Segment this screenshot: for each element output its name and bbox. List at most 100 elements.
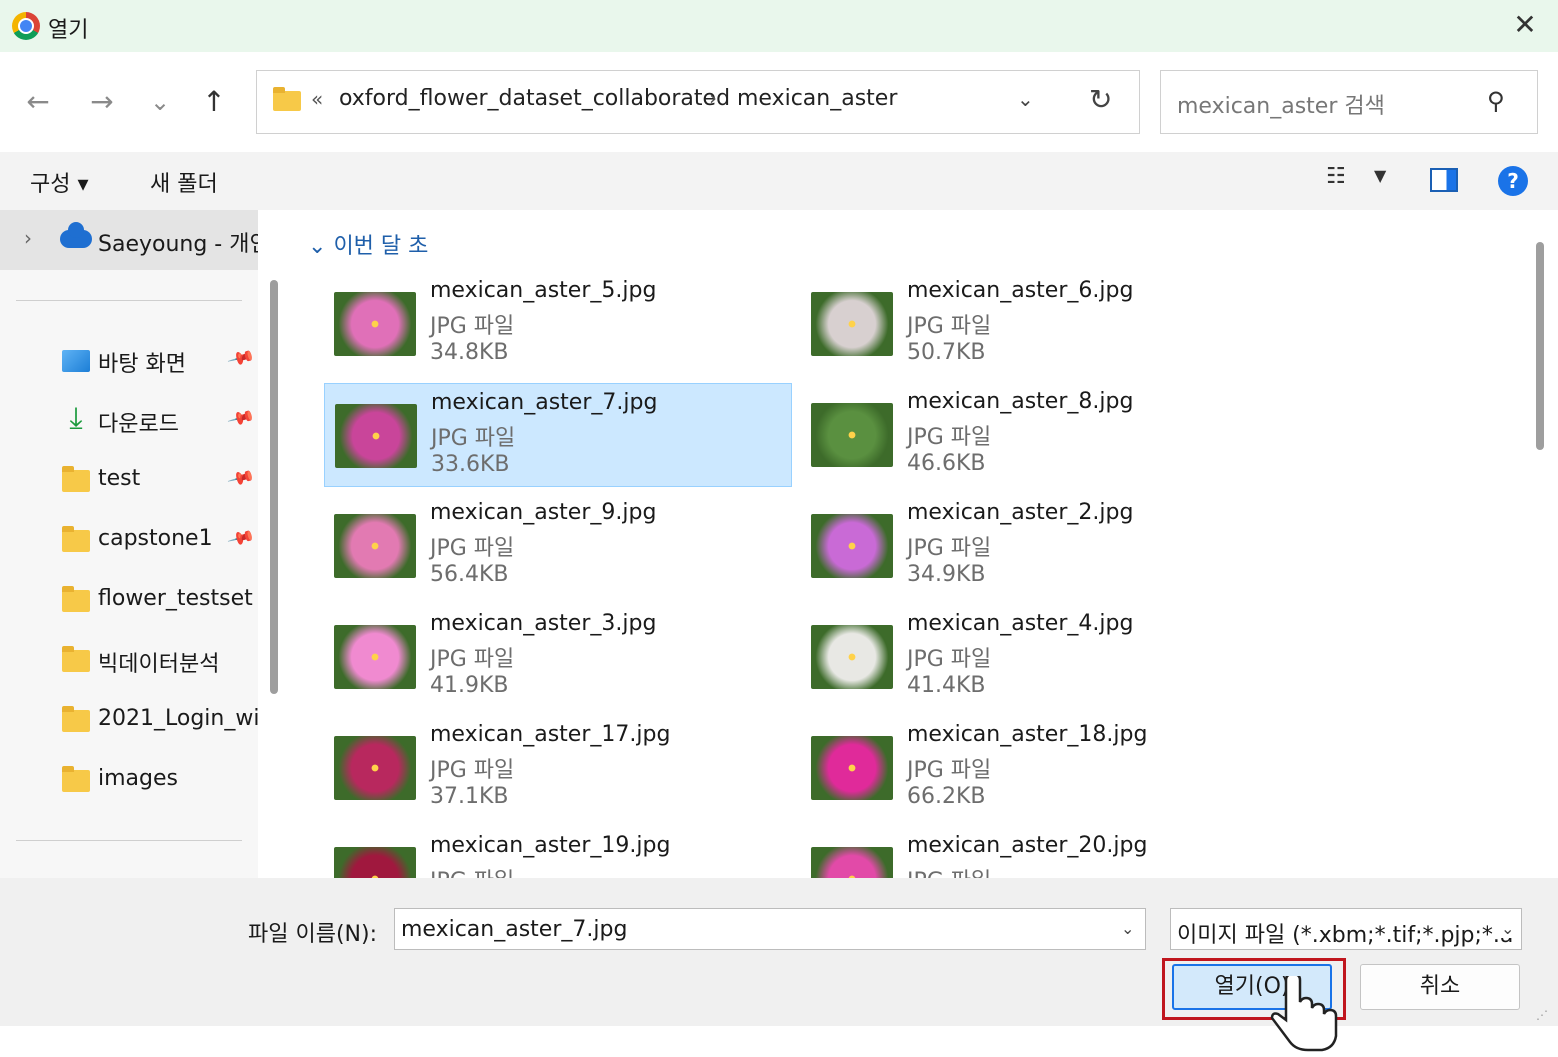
folder-icon: [62, 646, 90, 672]
pin-icon[interactable]: 📌: [226, 524, 256, 553]
folder-icon: [62, 466, 90, 492]
sidebar-item-label: 다운로드: [98, 412, 179, 437]
hand-cursor-icon: [1270, 976, 1338, 1052]
sidebar-item-label: 빅데이터분석: [98, 652, 220, 677]
sidebar-item-label: test: [98, 466, 141, 491]
chrome-icon: [12, 12, 40, 40]
address-overflow[interactable]: «: [311, 87, 323, 111]
file-type: JPG 파일: [907, 863, 991, 878]
file-size: 41.4KB: [907, 673, 986, 698]
pin-icon[interactable]: 📌: [226, 404, 256, 433]
image-thumbnail: [811, 514, 893, 578]
sidebar-item-label: 2021_Login_with: [98, 706, 258, 731]
file-type: JPG 파일: [430, 647, 515, 672]
breadcrumb-segment[interactable]: oxford_flower_dataset_collaborated: [339, 86, 730, 111]
sidebar-item[interactable]: flower_testset: [0, 576, 258, 626]
sidebar-scrollbar[interactable]: [270, 280, 278, 694]
pin-icon[interactable]: 📌: [226, 464, 256, 493]
cancel-button[interactable]: 취소: [1360, 964, 1520, 1010]
folder-icon: [62, 706, 90, 732]
close-icon[interactable]: ✕: [1508, 8, 1542, 42]
chevron-down-icon[interactable]: ⌄: [1497, 919, 1515, 938]
file-item[interactable]: mexican_aster_8.jpg JPG 파일 46.6KB: [801, 383, 1269, 487]
file-size: 34.9KB: [907, 562, 986, 587]
sidebar-item[interactable]: ⤓ 다운로드 📌: [0, 396, 258, 446]
file-item[interactable]: mexican_aster_3.jpg JPG 파일 41.9KB: [324, 605, 792, 709]
file-name: mexican_aster_4.jpg: [907, 611, 1134, 636]
file-list-scrollbar[interactable]: [1536, 242, 1544, 450]
back-button[interactable]: ←: [18, 80, 58, 124]
onedrive-cloud-icon: [60, 222, 92, 248]
file-item[interactable]: mexican_aster_5.jpg JPG 파일 34.8KB: [324, 272, 792, 376]
address-bar[interactable]: « oxford_flower_dataset_collaborated › m…: [256, 70, 1140, 134]
navigation-pane: › Saeyoung - 개인 바탕 화면 📌 ⤓ 다운로드 📌 test 📌 capston…: [0, 210, 258, 878]
file-item[interactable]: mexican_aster_7.jpg JPG 파일 33.6KB: [324, 383, 792, 487]
chevron-down-icon[interactable]: ⌄: [1121, 919, 1134, 938]
window-title: 열기: [48, 18, 89, 43]
file-type: JPG 파일: [430, 314, 515, 339]
file-item[interactable]: mexican_aster_6.jpg JPG 파일 50.7KB: [801, 272, 1269, 376]
file-name: mexican_aster_9.jpg: [430, 500, 657, 525]
sidebar-item[interactable]: 빅데이터분석: [0, 636, 258, 686]
chevron-down-icon[interactable]: ▼: [1374, 166, 1386, 185]
preview-pane-icon[interactable]: [1430, 168, 1458, 192]
sidebar-item-label: 바탕 화면: [98, 352, 186, 377]
file-item[interactable]: mexican_aster_2.jpg JPG 파일 34.9KB: [801, 494, 1269, 598]
resize-grip-icon[interactable]: ⋰: [1536, 1008, 1548, 1022]
filetype-value: 이미지 파일 (*.xbm;*.tif;*.pjp;*.a: [1177, 923, 1514, 948]
chevron-right-icon[interactable]: ›: [709, 86, 717, 110]
new-folder-button[interactable]: 새 폴더: [150, 166, 218, 198]
file-type: JPG 파일: [907, 425, 992, 450]
image-thumbnail: [334, 292, 416, 356]
sidebar-item-onedrive[interactable]: › Saeyoung - 개인: [0, 210, 258, 270]
divider: [16, 840, 242, 841]
chevron-right-icon[interactable]: ›: [24, 226, 32, 250]
sidebar-item[interactable]: 2021_Login_with: [0, 696, 258, 746]
file-name: mexican_aster_2.jpg: [907, 500, 1134, 525]
file-type: JPG 파일: [430, 863, 514, 878]
file-type: JPG 파일: [430, 536, 515, 561]
folder-icon: [273, 87, 301, 111]
file-item[interactable]: mexican_aster_17.jpg JPG 파일 37.1KB: [324, 716, 792, 820]
file-type: JPG 파일: [907, 758, 992, 783]
organize-button[interactable]: 구성 ▾: [30, 166, 89, 198]
file-list: mexican_aster_5.jpg JPG 파일 34.8KB mexican_a…: [290, 210, 1526, 878]
pin-icon[interactable]: 📌: [226, 344, 256, 373]
up-button[interactable]: ↑: [194, 80, 234, 124]
image-thumbnail: [811, 403, 893, 467]
filename-value[interactable]: mexican_aster_7.jpg: [401, 917, 627, 942]
sidebar-item-label: images: [98, 766, 178, 791]
refresh-icon[interactable]: ↻: [1089, 83, 1112, 116]
title-bar: 열기 ✕: [0, 0, 1558, 52]
sidebar-item[interactable]: test 📌: [0, 456, 258, 506]
file-size: 56.4KB: [430, 562, 509, 587]
file-item[interactable]: mexican_aster_4.jpg JPG 파일 41.4KB: [801, 605, 1269, 709]
file-name: mexican_aster_5.jpg: [430, 278, 657, 303]
file-item[interactable]: mexican_aster_18.jpg JPG 파일 66.2KB: [801, 716, 1269, 820]
file-size: 37.1KB: [430, 784, 509, 809]
sidebar-item[interactable]: images: [0, 756, 258, 806]
chevron-down-icon[interactable]: ⌄: [1017, 87, 1034, 111]
file-size: 46.6KB: [907, 451, 986, 476]
file-item[interactable]: mexican_aster_9.jpg JPG 파일 56.4KB: [324, 494, 792, 598]
sidebar-item[interactable]: capstone1 📌: [0, 516, 258, 566]
file-name: mexican_aster_19.jpg: [430, 833, 671, 858]
file-size: 41.9KB: [430, 673, 509, 698]
breadcrumb-segment[interactable]: mexican_aster: [737, 86, 897, 111]
filetype-select[interactable]: 이미지 파일 (*.xbm;*.tif;*.pjp;*.a ⌄: [1170, 908, 1522, 950]
sidebar-item[interactable]: 바탕 화면 📌: [0, 336, 258, 386]
divider: [16, 300, 242, 301]
search-icon[interactable]: ⚲: [1487, 87, 1505, 115]
forward-button[interactable]: →: [82, 80, 122, 124]
help-icon[interactable]: ?: [1498, 166, 1528, 196]
file-item[interactable]: mexican_aster_20.jpg JPG 파일: [801, 827, 1269, 878]
file-item[interactable]: mexican_aster_19.jpg JPG 파일: [324, 827, 792, 878]
view-options-icon[interactable]: ☷: [1326, 164, 1346, 189]
file-size: 33.6KB: [431, 452, 510, 477]
recent-locations-button[interactable]: ⌄: [140, 80, 180, 124]
file-type: JPG 파일: [431, 426, 516, 451]
file-name: mexican_aster_18.jpg: [907, 722, 1148, 747]
search-input[interactable]: mexican_aster 검색 ⚲: [1160, 70, 1538, 134]
filename-field[interactable]: mexican_aster_7.jpg ⌄: [394, 908, 1146, 950]
image-thumbnail: [334, 514, 416, 578]
